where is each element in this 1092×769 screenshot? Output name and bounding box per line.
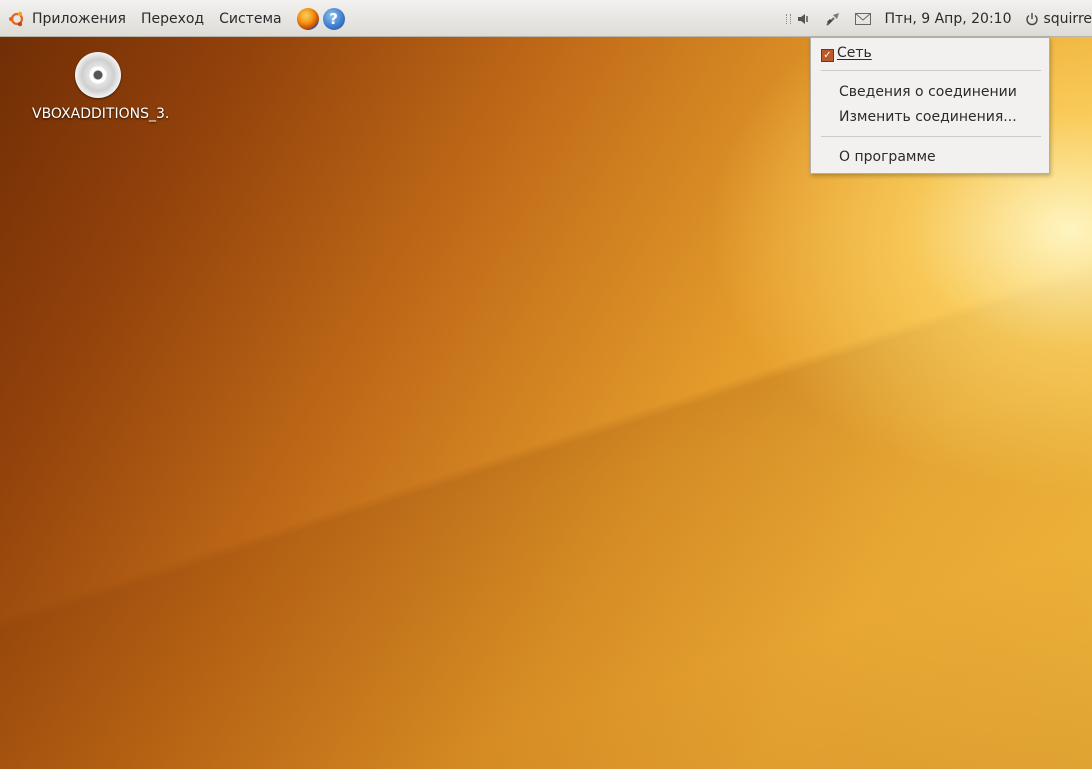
menu-item-connection-info-label: Сведения о соединении <box>839 84 1017 100</box>
user-menu[interactable]: squirre <box>1025 11 1092 27</box>
menu-item-network-label: Сеть <box>837 45 872 61</box>
menu-separator <box>821 136 1041 137</box>
desktop-icon-cdrom[interactable]: VBOXADDITIONS_3. <box>32 52 172 122</box>
menu-separator <box>821 70 1041 71</box>
tray-grip <box>785 14 791 24</box>
places-menu[interactable]: Переход <box>141 11 204 27</box>
network-icon[interactable] <box>825 11 841 27</box>
menu-item-about-label: О программе <box>839 149 936 165</box>
system-menu-label: Система <box>219 11 282 27</box>
firefox-icon[interactable] <box>296 8 319 30</box>
system-menu[interactable]: Система <box>219 11 281 27</box>
applications-menu[interactable]: Приложения <box>8 10 126 28</box>
mail-icon[interactable] <box>854 13 871 25</box>
menu-item-about[interactable]: О программе <box>811 146 1049 168</box>
desktop[interactable]: Приложения Переход Система ? Птн, 9 Апр,… <box>0 0 1092 769</box>
volume-icon[interactable] <box>797 13 811 25</box>
main-menu-bar: Приложения Переход Система ? <box>8 8 349 30</box>
applications-menu-label: Приложения <box>32 11 126 27</box>
ubuntu-logo-icon <box>8 11 24 27</box>
check-icon: ✓ <box>821 49 834 62</box>
clock[interactable]: Птн, 9 Апр, 20:10 <box>885 11 1012 27</box>
user-name: squirre <box>1043 11 1092 27</box>
network-menu: ✓ Сеть Сведения о соединении Изменить сое… <box>810 37 1050 174</box>
menu-item-network[interactable]: ✓ Сеть <box>811 42 1049 64</box>
menu-item-edit-connections[interactable]: Изменить соединения... <box>811 106 1049 128</box>
places-menu-label: Переход <box>140 11 205 27</box>
system-tray: Птн, 9 Апр, 20:10 squirre <box>785 9 1092 29</box>
desktop-icon-label: VBOXADDITIONS_3. <box>32 106 170 122</box>
power-icon <box>1026 13 1039 26</box>
menu-item-edit-connections-label: Изменить соединения... <box>839 109 1017 125</box>
top-panel: Приложения Переход Система ? Птн, 9 Апр,… <box>0 0 1092 37</box>
cd-drive-icon <box>75 52 121 98</box>
help-icon[interactable]: ? <box>322 8 345 30</box>
menu-item-connection-info[interactable]: Сведения о соединении <box>811 81 1049 103</box>
